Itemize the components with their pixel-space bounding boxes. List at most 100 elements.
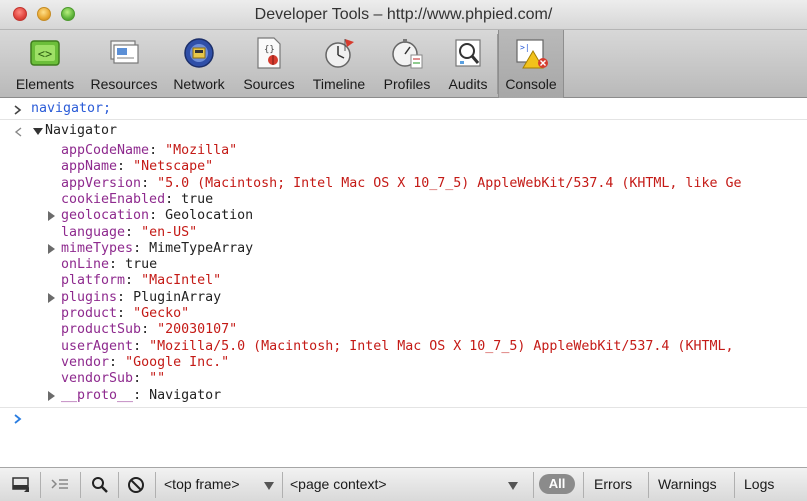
console-command: navigator;	[31, 101, 112, 116]
property-row: cookieEnabled: true	[61, 192, 213, 208]
filter-warnings-button[interactable]: Warnings	[658, 476, 717, 492]
message-divider	[0, 119, 807, 120]
property-name: appCodeName	[61, 143, 150, 158]
property-value: true	[125, 257, 158, 272]
property-value: "en-US"	[141, 225, 198, 240]
property-row[interactable]: plugins: PluginArray	[61, 290, 221, 306]
tab-sources[interactable]: {} Sources	[238, 30, 300, 98]
resources-icon	[110, 40, 139, 64]
dock-icon	[12, 477, 29, 492]
elements-icon: <>	[30, 40, 60, 66]
tab-network[interactable]: Network	[166, 30, 232, 98]
result-arrow-icon	[14, 127, 22, 137]
frame-select[interactable]: <top frame>	[158, 468, 280, 501]
expand-triangle-icon[interactable]	[48, 391, 55, 401]
property-name: vendor	[61, 355, 110, 370]
property-separator: :	[149, 143, 166, 158]
property-value: "5.0 (Macintosh; Intel Mac OS X 10_7_5) …	[157, 176, 742, 191]
property-row: vendorSub: ""	[61, 371, 165, 387]
property-row: platform: "MacIntel"	[61, 273, 221, 289]
search-icon	[92, 477, 108, 493]
expand-triangle-icon[interactable]	[48, 244, 55, 254]
window-title: Developer Tools – http://www.phpied.com/	[254, 6, 553, 23]
property-separator: :	[149, 208, 166, 223]
property-row: appCodeName: "Mozilla"	[61, 143, 237, 159]
console-icon: >|	[516, 39, 548, 69]
property-row[interactable]: __proto__: Navigator	[61, 388, 221, 404]
tab-label: Elements	[15, 76, 75, 92]
tab-profiles[interactable]: Profiles	[377, 30, 437, 98]
statusbar-separator	[80, 472, 81, 498]
property-row: vendor: "Google Inc."	[61, 355, 229, 371]
property-value: "Mozilla"	[165, 143, 238, 158]
property-separator: :	[117, 159, 134, 174]
property-separator: :	[133, 241, 150, 256]
svg-text:<>: <>	[38, 47, 52, 61]
status-bar: <top frame> <page context> All Errors Wa…	[0, 467, 807, 501]
search-button[interactable]	[84, 468, 116, 501]
clear-icon	[128, 477, 144, 493]
property-separator: :	[133, 388, 150, 403]
dock-toggle-button[interactable]	[4, 468, 36, 501]
tab-label: Network	[173, 76, 225, 92]
tab-resources[interactable]: Resources	[86, 30, 162, 98]
filter-errors-button[interactable]: Errors	[594, 476, 632, 492]
tab-elements[interactable]: <> Elements	[8, 30, 82, 98]
property-name: productSub	[61, 322, 142, 337]
property-name: mimeTypes	[61, 241, 134, 256]
property-name: onLine	[61, 257, 110, 272]
property-separator: :	[109, 257, 126, 272]
filter-all-button[interactable]: All	[539, 474, 575, 494]
property-row[interactable]: geolocation: Geolocation	[61, 208, 253, 224]
chevron-down-icon	[508, 482, 518, 490]
property-separator: :	[141, 322, 158, 337]
statusbar-separator	[583, 472, 584, 498]
audits-icon	[455, 39, 481, 67]
property-value: true	[181, 192, 214, 207]
statusbar-separator	[40, 472, 41, 498]
tab-console[interactable]: >| Console	[498, 30, 564, 98]
timeline-icon	[325, 39, 354, 68]
property-separator: :	[125, 273, 142, 288]
collapse-triangle-icon[interactable]	[33, 128, 43, 135]
property-separator: :	[117, 306, 134, 321]
property-value: "MacIntel"	[141, 273, 222, 288]
console-output[interactable]: navigator; Navigator appCodeName: "Mozil…	[0, 98, 807, 467]
property-value: "Mozilla/5.0 (Macintosh; Intel Mac OS X …	[149, 339, 734, 354]
show-drawer-button[interactable]	[44, 468, 76, 501]
context-select-value: <page context>	[290, 476, 387, 492]
result-object-label[interactable]: Navigator	[45, 123, 117, 139]
clear-console-button[interactable]	[122, 468, 152, 501]
context-select[interactable]: <page context>	[285, 468, 530, 501]
console-input[interactable]	[31, 411, 791, 427]
prompt-chevron-icon	[14, 105, 22, 115]
expand-triangle-icon[interactable]	[48, 211, 55, 221]
tab-timeline[interactable]: Timeline	[306, 30, 372, 98]
property-separator: :	[141, 176, 158, 191]
property-row: productSub: "20030107"	[61, 322, 237, 338]
property-row: product: "Gecko"	[61, 306, 189, 322]
panel-toolbar: <> Elements Resources Network {} Sources…	[0, 30, 807, 98]
property-separator: :	[109, 355, 126, 370]
property-name: platform	[61, 273, 126, 288]
filter-logs-button[interactable]: Logs	[744, 476, 774, 492]
tab-audits[interactable]: Audits	[442, 30, 494, 98]
property-name: language	[61, 225, 126, 240]
tab-label: Resources	[90, 76, 158, 92]
property-row[interactable]: mimeTypes: MimeTypeArray	[61, 241, 253, 257]
property-row: userAgent: "Mozilla/5.0 (Macintosh; Inte…	[61, 339, 733, 355]
property-name: appVersion	[61, 176, 142, 191]
property-row: onLine: true	[61, 257, 157, 273]
statusbar-separator	[533, 472, 534, 498]
message-divider	[0, 407, 807, 408]
property-value: ""	[149, 371, 166, 386]
property-name: geolocation	[61, 208, 150, 223]
property-row: language: "en-US"	[61, 225, 197, 241]
property-value: MimeTypeArray	[149, 241, 254, 256]
property-value: "Gecko"	[133, 306, 190, 321]
expand-triangle-icon[interactable]	[48, 293, 55, 303]
property-name: cookieEnabled	[61, 192, 166, 207]
property-name: vendorSub	[61, 371, 134, 386]
property-row: appName: "Netscape"	[61, 159, 213, 175]
input-prompt-icon	[14, 414, 22, 424]
